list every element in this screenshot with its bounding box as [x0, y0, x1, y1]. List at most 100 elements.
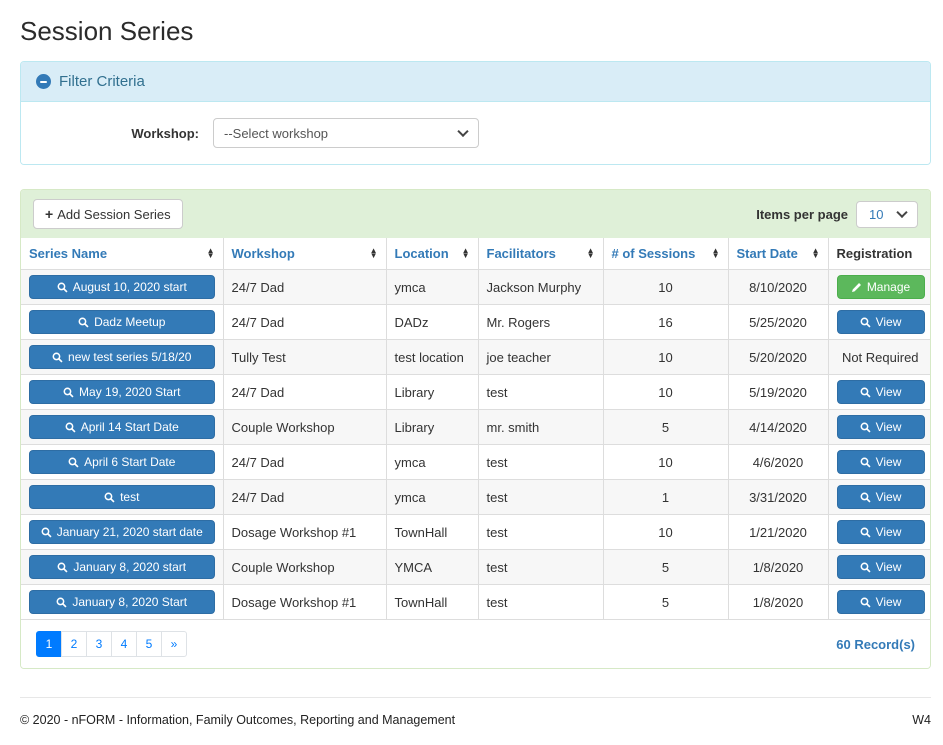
- facilitators-cell: test: [478, 444, 604, 480]
- view-button[interactable]: View: [836, 415, 925, 439]
- facilitators-cell: Mr. Rogers: [478, 304, 604, 340]
- facilitators-cell: test: [478, 479, 604, 515]
- page-button-last[interactable]: »: [161, 631, 187, 657]
- series-name-button[interactable]: August 10, 2020 start: [29, 275, 215, 299]
- series-name-button[interactable]: May 19, 2020 Start: [29, 380, 215, 404]
- items-per-page: Items per page 10: [756, 200, 918, 228]
- sort-icon: ▲ ▼: [811, 245, 820, 260]
- table-row: Dadz Meetup 24/7 Dad DADz Mr. Rogers 16 …: [21, 304, 930, 340]
- filter-panel-heading[interactable]: Filter Criteria: [21, 62, 930, 102]
- facilitators-cell: test: [478, 374, 604, 410]
- facilitators-cell: test: [478, 514, 604, 550]
- facilitators-cell: Jackson Murphy: [478, 269, 604, 305]
- search-icon: [68, 457, 79, 468]
- sessions-cell: 1: [603, 479, 729, 515]
- column-header-start-date[interactable]: Start Date ▲ ▼: [728, 238, 829, 270]
- start-date-cell: 1/8/2020: [728, 549, 829, 585]
- registration-text: Not Required: [828, 339, 930, 375]
- table-row: new test series 5/18/20 Tully Test test …: [21, 339, 930, 375]
- filter-title: Filter Criteria: [59, 73, 145, 90]
- sort-icon: ▲ ▼: [461, 245, 470, 260]
- page-button-1[interactable]: 1: [36, 631, 62, 657]
- page-button-4[interactable]: 4: [111, 631, 137, 657]
- column-header-sessions[interactable]: # of Sessions ▲ ▼: [603, 238, 729, 270]
- search-icon: [860, 422, 871, 433]
- location-cell: TownHall: [386, 584, 479, 620]
- page-button-3[interactable]: 3: [86, 631, 112, 657]
- view-button[interactable]: View: [836, 450, 925, 474]
- items-per-page-select[interactable]: 10: [856, 200, 918, 228]
- session-series-panel: + Add Session Series Items per page 10 S…: [20, 189, 931, 669]
- collapse-minus-icon[interactable]: [36, 74, 51, 89]
- items-per-page-label: Items per page: [756, 206, 848, 222]
- filter-panel: Filter Criteria Workshop: --Select works…: [20, 61, 931, 165]
- sessions-cell: 10: [603, 339, 729, 375]
- sessions-cell: 16: [603, 304, 729, 340]
- series-name-button[interactable]: January 8, 2020 start: [29, 555, 215, 579]
- filter-panel-body: Workshop: --Select workshop: [21, 102, 930, 164]
- search-icon: [860, 562, 871, 573]
- search-icon: [65, 422, 76, 433]
- facilitators-cell: test: [478, 549, 604, 585]
- column-header-registration: Registration: [828, 238, 930, 270]
- chevron-down-icon: [896, 206, 908, 219]
- view-button[interactable]: View: [836, 380, 925, 404]
- table-header-row: Series Name ▲ ▼ Workshop ▲ ▼ Location ▲ ▼ Faci…: [21, 238, 930, 270]
- series-name-button[interactable]: January 8, 2020 Start: [29, 590, 215, 614]
- column-header-workshop[interactable]: Workshop ▲ ▼: [223, 238, 387, 270]
- workshop-select[interactable]: --Select workshop: [213, 118, 479, 148]
- location-cell: ymca: [386, 479, 479, 515]
- search-icon: [104, 492, 115, 503]
- search-icon: [860, 527, 871, 538]
- page-container: Session Series Filter Criteria Workshop:…: [0, 0, 943, 745]
- workshop-cell: Couple Workshop: [223, 409, 387, 445]
- series-name-button[interactable]: test: [29, 485, 215, 509]
- view-button[interactable]: View: [836, 485, 925, 509]
- sort-icon: ▲ ▼: [206, 245, 215, 260]
- column-header-location[interactable]: Location ▲ ▼: [386, 238, 479, 270]
- facilitators-cell: joe teacher: [478, 339, 604, 375]
- search-icon: [57, 562, 68, 573]
- view-button[interactable]: View: [836, 590, 925, 614]
- search-icon: [860, 457, 871, 468]
- sort-icon: ▲ ▼: [711, 245, 720, 260]
- location-cell: DADz: [386, 304, 479, 340]
- pencil-icon: [851, 282, 861, 292]
- search-icon: [860, 492, 871, 503]
- start-date-cell: 5/20/2020: [728, 339, 829, 375]
- column-header-series-name[interactable]: Series Name ▲ ▼: [21, 238, 224, 270]
- series-name-button[interactable]: January 21, 2020 start date: [29, 520, 215, 544]
- table-footer: 1 2 3 4 5 » 60 Record(s): [21, 620, 930, 668]
- manage-button[interactable]: Manage: [836, 275, 925, 299]
- view-button[interactable]: View: [836, 310, 925, 334]
- sessions-cell: 10: [603, 374, 729, 410]
- view-button[interactable]: View: [836, 555, 925, 579]
- workshop-cell: 24/7 Dad: [223, 444, 387, 480]
- table-row: January 8, 2020 start Couple Workshop YM…: [21, 549, 930, 585]
- start-date-cell: 1/21/2020: [728, 514, 829, 550]
- add-session-series-button[interactable]: + Add Session Series: [33, 199, 183, 229]
- view-button[interactable]: View: [836, 520, 925, 544]
- plus-icon: +: [45, 206, 54, 222]
- workshop-cell: Dosage Workshop #1: [223, 514, 387, 550]
- record-count: 60 Record(s): [836, 636, 915, 652]
- series-name-button[interactable]: new test series 5/18/20: [29, 345, 215, 369]
- site-footer: © 2020 - nFORM - Information, Family Out…: [20, 697, 931, 745]
- workshop-cell: 24/7 Dad: [223, 479, 387, 515]
- page-button-2[interactable]: 2: [61, 631, 87, 657]
- series-name-button[interactable]: April 6 Start Date: [29, 450, 215, 474]
- workshop-cell: 24/7 Dad: [223, 374, 387, 410]
- series-name-button[interactable]: April 14 Start Date: [29, 415, 215, 439]
- table-row: May 19, 2020 Start 24/7 Dad Library test…: [21, 374, 930, 410]
- sessions-cell: 10: [603, 444, 729, 480]
- start-date-cell: 5/19/2020: [728, 374, 829, 410]
- start-date-cell: 3/31/2020: [728, 479, 829, 515]
- page-button-5[interactable]: 5: [136, 631, 162, 657]
- chevron-down-icon: [457, 125, 469, 138]
- sessions-cell: 10: [603, 514, 729, 550]
- column-header-facilitators[interactable]: Facilitators ▲ ▼: [478, 238, 604, 270]
- series-name-button[interactable]: Dadz Meetup: [29, 310, 215, 334]
- sort-icon: ▲ ▼: [369, 245, 378, 260]
- start-date-cell: 1/8/2020: [728, 584, 829, 620]
- facilitators-cell: test: [478, 584, 604, 620]
